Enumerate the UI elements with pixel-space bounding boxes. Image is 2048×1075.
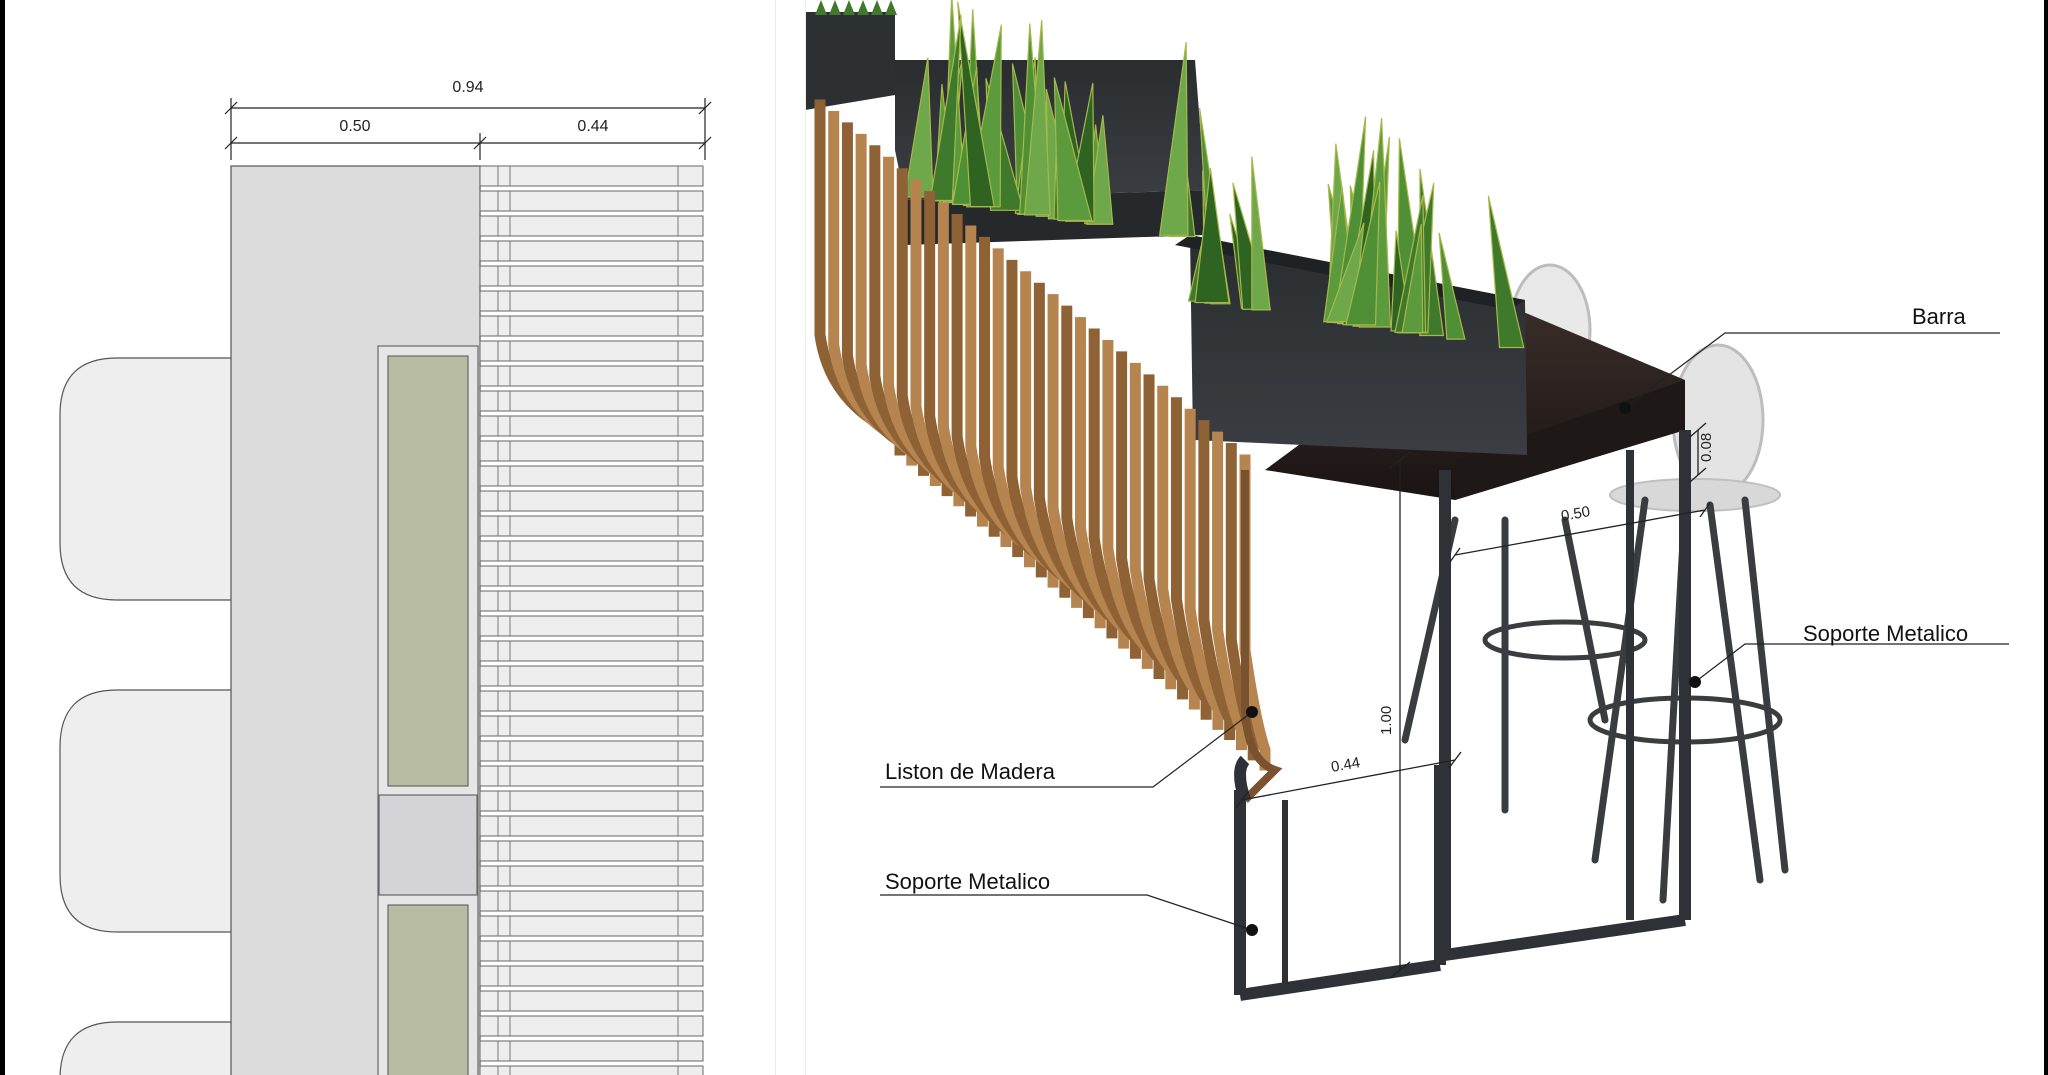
dimension-total-label: 0.94 <box>452 79 483 96</box>
bench-slat-plan <box>479 965 704 987</box>
plant-leaf <box>871 0 883 15</box>
stool-plan-2 <box>59 689 231 933</box>
bench-slat-plan <box>479 165 704 187</box>
planter-plan-1 <box>387 355 469 787</box>
bench-slat-plan <box>479 665 704 687</box>
bench-slats-plan <box>479 165 704 1075</box>
label-liston-de-madera: Liston de Madera <box>885 759 1056 784</box>
bench-slat-plan <box>479 690 704 712</box>
bench-slat-plan <box>479 515 704 537</box>
panel-divider <box>775 0 776 1075</box>
label-soporte-metalico-left: Soporte Metalico <box>885 869 1050 894</box>
bench-slat-plan <box>479 540 704 562</box>
bench-slat-plan <box>479 890 704 912</box>
bench-slat-plan <box>479 290 704 312</box>
plant-leaf <box>843 0 855 15</box>
bench-slat-plan <box>479 265 704 287</box>
bench-slat-plan <box>479 990 704 1012</box>
dimension-seat-label: 0.50 <box>339 118 370 135</box>
bench-slat-plan <box>479 340 704 362</box>
bench-slat-plan <box>479 1015 704 1037</box>
bench-slat-plan <box>479 1065 704 1075</box>
plan-view-panel: 0.94 0.50 0.44 <box>5 0 783 1075</box>
bench-slat-plan <box>479 865 704 887</box>
bench-slat-plan <box>479 390 704 412</box>
bench-slat-plan <box>479 940 704 962</box>
stool-plan-1 <box>59 357 231 601</box>
label-barra: Barra <box>1912 304 1967 329</box>
label-soporte-metalico-right: Soporte Metalico <box>1803 621 1968 646</box>
plant-leaf <box>1251 156 1271 311</box>
bench-slat-plan <box>479 615 704 637</box>
isometric-render: 0.08 0.50 1.00 0.44 Barra Soporte Metali… <box>805 0 2009 1001</box>
bench-slat-plan <box>479 640 704 662</box>
bench-slat-plan <box>479 790 704 812</box>
dimension-bench-label: 0.44 <box>577 118 608 135</box>
panel-border <box>805 0 806 1075</box>
planter-plan-2 <box>387 904 469 1075</box>
plan-view-drawing: 0.94 0.50 0.44 <box>59 79 712 1075</box>
bench-slat-plan <box>479 190 704 212</box>
bench-slat-plan <box>479 715 704 737</box>
plant-leaf <box>829 0 841 15</box>
isometric-view-panel: 0.08 0.50 1.00 0.44 Barra Soporte Metali… <box>805 0 2044 1075</box>
bench-slat-plan <box>479 565 704 587</box>
bench-slat-plan <box>479 915 704 937</box>
dim-008-label: 0.08 <box>1698 433 1715 462</box>
plant-leaf <box>815 0 827 15</box>
bench-slat-plan <box>479 740 704 762</box>
bench-slat-plan <box>479 1040 704 1062</box>
bench-slat-plan <box>479 465 704 487</box>
bench-slat-plan <box>479 765 704 787</box>
bench-slat-plan <box>479 415 704 437</box>
stool-plan-3 <box>59 1021 231 1075</box>
planter-plan-group <box>377 345 479 1075</box>
dim-100-label: 1.00 <box>1378 706 1395 735</box>
bench-slat-plan <box>479 215 704 237</box>
drawing-sheet: 0.94 0.50 0.44 0.08 0.50 1.00 0.44 Barra… <box>5 0 2044 1075</box>
planter-gap <box>378 794 478 896</box>
bench-slat-plan <box>479 840 704 862</box>
bench-slat-plan <box>479 240 704 262</box>
dimension-lines <box>224 98 712 160</box>
dim-044-label: 0.44 <box>1330 754 1362 776</box>
bench-slat-plan <box>479 365 704 387</box>
plant-leaf <box>885 0 897 15</box>
dim-050-label: 0.50 <box>1560 503 1592 525</box>
bench-slat-plan <box>479 490 704 512</box>
stool-plan-shapes <box>59 357 231 1075</box>
bench-slat-plan <box>479 315 704 337</box>
bench-slat-plan <box>479 815 704 837</box>
bench-slat-plan <box>479 440 704 462</box>
plant-leaf <box>857 0 869 15</box>
bench-slat-plan <box>479 590 704 612</box>
